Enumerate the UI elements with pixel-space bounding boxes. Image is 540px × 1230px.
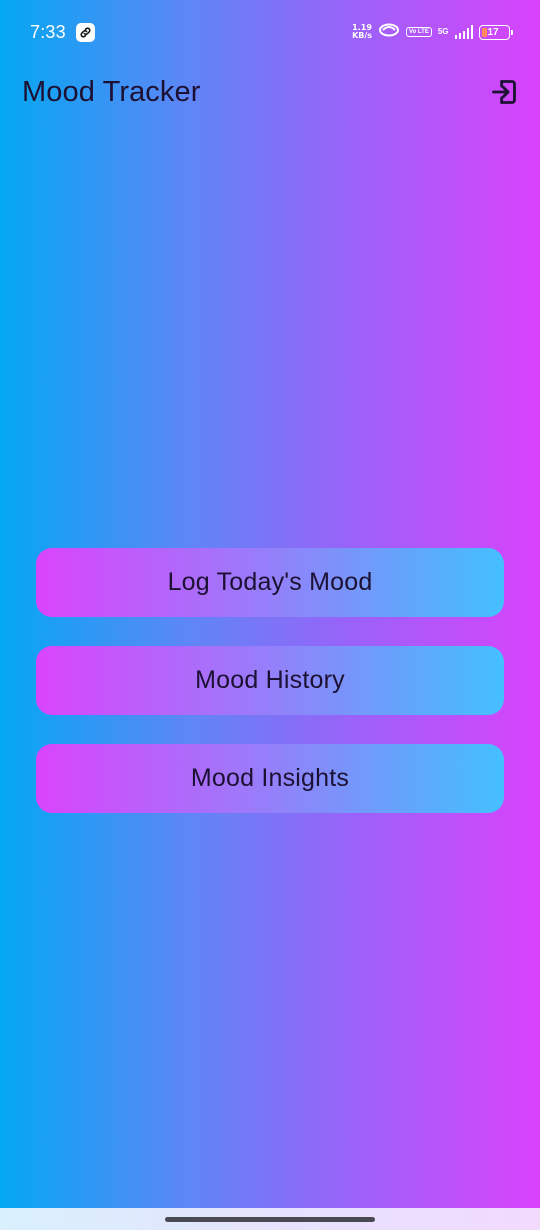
battery-level: 17 [487, 26, 499, 38]
network-type: 5G [438, 28, 449, 36]
network-speed-unit: KB/s [352, 31, 373, 40]
log-todays-mood-button[interactable]: Log Today's Mood [36, 548, 504, 617]
status-bar: 7:33 1.19 KB/s Vo LTE 5G 17 [0, 0, 540, 64]
home-indicator[interactable] [165, 1216, 375, 1222]
page-title: Mood Tracker [22, 75, 201, 108]
status-left: 7:33 [30, 22, 95, 43]
status-time: 7:33 [30, 21, 66, 42]
link-icon [75, 22, 95, 42]
logout-icon [492, 80, 516, 104]
logout-button[interactable] [486, 74, 522, 110]
mood-insights-button[interactable]: Mood Insights [36, 744, 504, 813]
volte-badge: Vo LTE [406, 27, 432, 37]
mood-history-button[interactable]: Mood History [36, 646, 504, 715]
status-right: 1.19 KB/s Vo LTE 5G 17 [352, 22, 513, 43]
main-menu: Log Today's Mood Mood History Mood Insig… [36, 548, 504, 813]
app-bar: Mood Tracker [0, 64, 540, 120]
network-type-label: 5G [437, 27, 449, 36]
signal-icon [454, 25, 473, 39]
battery-icon: 17 [479, 24, 513, 40]
hotspot-icon [378, 22, 400, 43]
gesture-nav-bar [0, 1208, 540, 1230]
network-speed: 1.19 KB/s [352, 24, 372, 40]
